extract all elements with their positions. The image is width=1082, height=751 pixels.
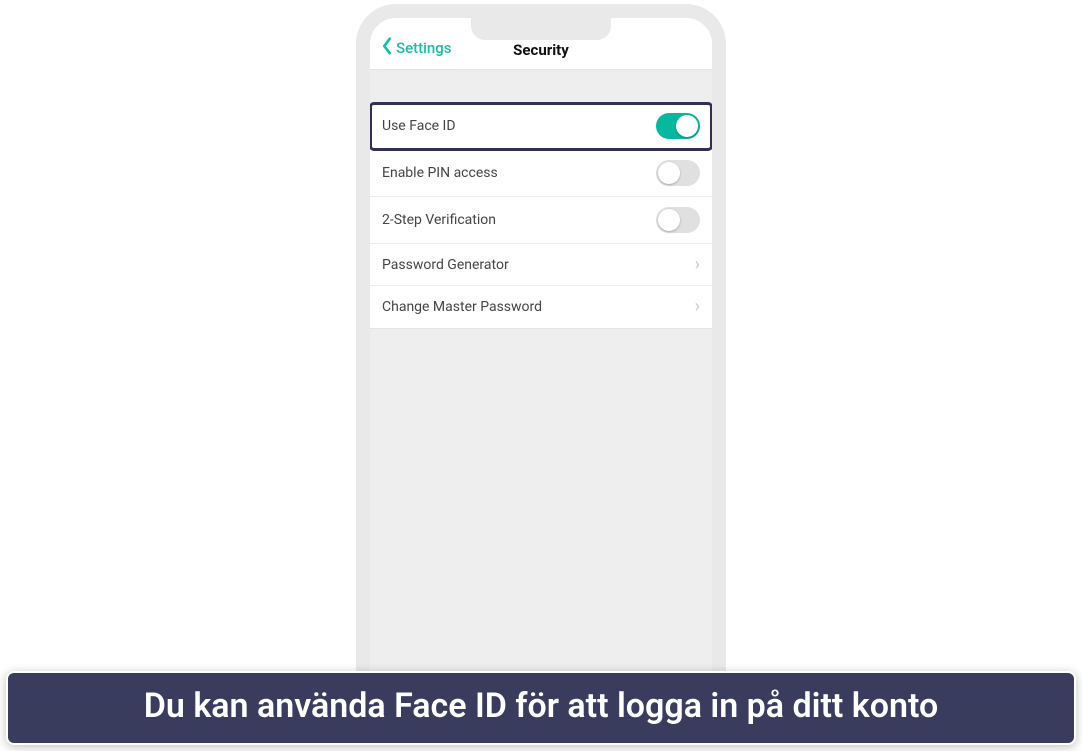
section-gap — [370, 70, 712, 102]
chevron-right-icon: › — [695, 256, 700, 274]
toggle-knob — [658, 209, 680, 231]
toggle-use-face-id[interactable] — [656, 113, 700, 139]
caption-text: Du kan använda Face ID för att logga in … — [144, 686, 938, 726]
toggle-knob — [676, 115, 698, 137]
toggle-knob — [658, 162, 680, 184]
row-password-generator[interactable]: Password Generator › — [370, 244, 712, 286]
row-label: 2-Step Verification — [382, 212, 496, 228]
row-label: Enable PIN access — [382, 165, 498, 181]
chevron-right-icon: › — [695, 298, 700, 316]
row-two-step-verification[interactable]: 2-Step Verification — [370, 197, 712, 244]
row-label: Use Face ID — [382, 118, 456, 134]
row-use-face-id[interactable]: Use Face ID — [370, 103, 712, 150]
phone-frame: Settings Security Use Face ID Enable PIN… — [356, 4, 726, 692]
back-label: Settings — [396, 39, 452, 57]
caption-banner: Du kan använda Face ID för att logga in … — [6, 671, 1076, 746]
phone-notch — [471, 16, 611, 40]
toggle-two-step[interactable] — [656, 207, 700, 233]
row-label: Change Master Password — [382, 299, 542, 315]
settings-list: Use Face ID Enable PIN access 2-Step Ver… — [370, 102, 712, 329]
toggle-enable-pin[interactable] — [656, 160, 700, 186]
screen: Settings Security Use Face ID Enable PIN… — [370, 18, 712, 678]
row-label: Password Generator — [382, 257, 509, 273]
back-button[interactable]: Settings — [380, 37, 452, 59]
chevron-left-icon — [380, 37, 394, 59]
row-change-master-password[interactable]: Change Master Password › — [370, 286, 712, 328]
row-enable-pin[interactable]: Enable PIN access — [370, 150, 712, 197]
